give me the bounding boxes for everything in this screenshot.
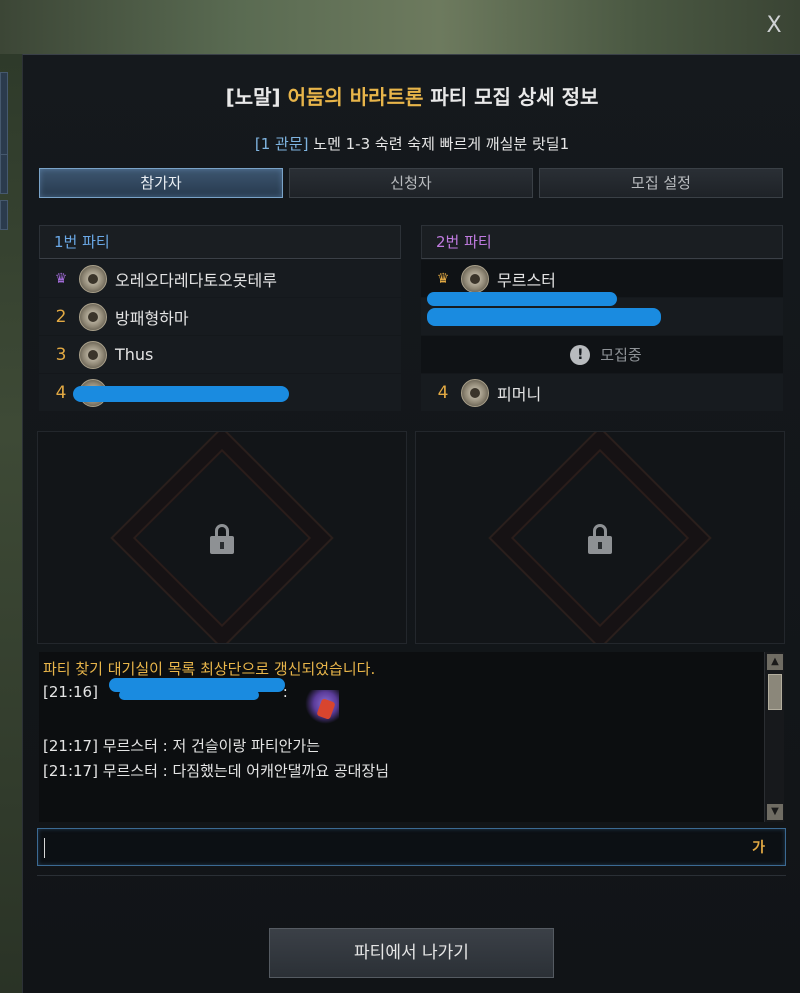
leader-crown-icon: ♛ xyxy=(436,270,450,287)
chat-log[interactable]: 파티 찾기 대기실이 목록 최상단으로 갱신되었습니다. [21:16] : [… xyxy=(39,652,784,822)
class-icon xyxy=(79,302,107,331)
party-1-member-3[interactable]: 3 Thus xyxy=(39,336,401,373)
chat-text: 무르스터 : 다짐했는데 어캐안댈까요 공대장님 xyxy=(97,762,390,780)
leader-crown-icon: ♛ xyxy=(54,270,68,287)
chat-line: [21:17] 무르스터 : 다짐했는데 어캐안댈까요 공대장님 xyxy=(43,760,389,781)
member-name: 방패형하마 xyxy=(115,308,189,328)
slot-number: 3 xyxy=(55,344,67,365)
chat-time: [21:17] xyxy=(43,762,98,780)
class-icon xyxy=(79,340,107,369)
tab-applicants[interactable]: 신청자 xyxy=(289,168,533,198)
member-name: 무르스터 xyxy=(497,270,556,290)
slot-number: 2 xyxy=(55,306,67,327)
party-1-member-2[interactable]: 2 방패형하마 xyxy=(39,298,401,335)
tab-participants[interactable]: 참가자 xyxy=(39,168,283,198)
scroll-up-icon[interactable]: ▲ xyxy=(767,654,783,670)
game-background xyxy=(0,0,800,54)
title-suffix: 파티 모집 상세 정보 xyxy=(423,85,599,109)
game-background-left xyxy=(0,54,22,993)
redaction-scribble xyxy=(119,690,259,700)
scroll-thumb[interactable] xyxy=(768,674,782,710)
chat-time: [21:17] xyxy=(43,737,98,755)
gate-tag: [1 관문] xyxy=(254,135,309,153)
party-1-panel: 1번 파티 ♛ 오레오다레다토오못테루 2 방패형하마 3 Thus 4 xyxy=(39,225,401,411)
leave-party-button[interactable]: 파티에서 나가기 xyxy=(269,928,554,978)
party-1-header: 1번 파티 xyxy=(39,225,401,259)
party-1-member-4[interactable]: 4 xyxy=(39,374,401,411)
lock-icon xyxy=(588,524,612,554)
page-title: [노말] 어둠의 바라트론 파티 모집 상세 정보 xyxy=(23,81,800,110)
title-difficulty: [노말] xyxy=(225,85,288,109)
scroll-down-icon[interactable]: ▼ xyxy=(767,804,783,820)
party-2-header: 2번 파티 xyxy=(421,225,783,259)
redaction-scribble xyxy=(427,292,617,306)
party-2-recruiting-slot: ! 모집중 xyxy=(421,336,783,373)
member-name: 오레오다레다토오못테루 xyxy=(115,270,277,290)
chat-time: [21:16] xyxy=(43,683,98,701)
party-1-member-1[interactable]: ♛ 오레오다레다토오못테루 xyxy=(39,260,401,297)
title-raid-name: 어둠의 바라트론 xyxy=(287,85,424,109)
party-2-member-4[interactable]: 4 피머니 xyxy=(421,374,783,411)
locked-party-slot-3 xyxy=(37,431,407,644)
slot-number: 4 xyxy=(437,382,449,403)
party-2-member-2[interactable] xyxy=(421,292,783,335)
chat-line: [21:17] 무르스터 : 저 건슬이랑 파티안가는 xyxy=(43,735,320,756)
slot-number: 4 xyxy=(55,382,67,403)
party-description: [1 관문] 노멘 1-3 숙련 숙제 빠르게 깨실분 랏딜1 xyxy=(23,133,800,154)
member-name: 피머니 xyxy=(497,384,542,404)
redaction-scribble xyxy=(73,386,289,402)
class-icon xyxy=(461,378,489,407)
locked-party-slot-4 xyxy=(415,431,785,644)
tab-recruit-settings[interactable]: 모집 설정 xyxy=(539,168,783,198)
text-caret xyxy=(44,838,45,858)
lock-icon xyxy=(210,524,234,554)
tab-bar: 참가자 신청자 모집 설정 xyxy=(39,168,783,200)
exclamation-icon: ! xyxy=(570,344,591,365)
close-button[interactable]: X xyxy=(762,14,786,38)
emoticon-icon xyxy=(305,690,339,724)
chat-scrollbar[interactable]: ▲ ▼ xyxy=(764,652,784,822)
divider xyxy=(37,875,786,876)
description-text: 노멘 1-3 숙련 숙제 빠르게 깨실분 랏딜1 xyxy=(308,135,570,153)
class-icon xyxy=(79,264,107,293)
chat-input[interactable]: 가 xyxy=(37,828,786,866)
system-message: 파티 찾기 대기실이 목록 최상단으로 갱신되었습니다. xyxy=(43,660,376,678)
chat-text: 무르스터 : 저 건슬이랑 파티안가는 xyxy=(97,737,321,755)
member-name: Thus xyxy=(115,345,154,364)
ime-indicator: 가 xyxy=(752,840,765,856)
party-detail-window: [노말] 어둠의 바라트론 파티 모집 상세 정보 [1 관문] 노멘 1-3 … xyxy=(22,54,800,993)
class-icon xyxy=(461,264,489,293)
recruiting-label: 모집중 xyxy=(600,346,642,364)
redaction-scribble xyxy=(427,308,661,326)
party-2-panel: 2번 파티 ♛ 무르스터 ! 모집중 4 피머니 xyxy=(421,225,783,411)
